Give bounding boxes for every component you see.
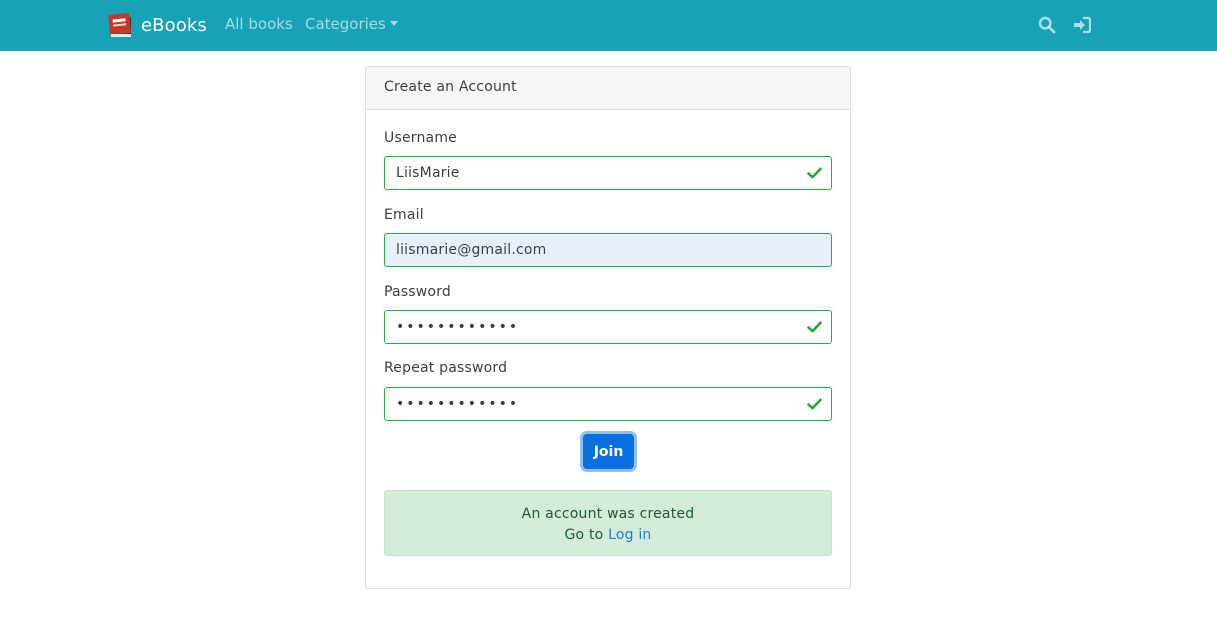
email-label: Email — [384, 207, 424, 223]
repeat-password-label: Repeat password — [384, 360, 508, 376]
create-account-card: Create an Account Username Email Passwor… — [365, 66, 851, 589]
brand-link[interactable]: eBooks — [108, 11, 207, 39]
success-alert: An account was created Go to Log in — [384, 490, 832, 556]
alert-goto-line: Go to Log in — [385, 525, 831, 546]
search-icon[interactable] — [1038, 16, 1056, 34]
top-navbar: eBooks All books Categories — [0, 0, 1217, 51]
alert-goto-prefix: Go to — [564, 527, 604, 543]
alert-message: An account was created — [521, 506, 695, 522]
email-input[interactable] — [384, 233, 832, 267]
username-label: Username — [384, 130, 457, 146]
valid-check-icon — [807, 167, 822, 179]
card-title: Create an Account — [366, 67, 850, 110]
valid-check-icon — [807, 321, 822, 333]
sign-in-icon[interactable] — [1073, 16, 1091, 34]
book-logo-icon — [108, 13, 131, 37]
repeat-password-input[interactable] — [384, 387, 832, 421]
username-input[interactable] — [384, 156, 832, 190]
nav-categories-label: Categories — [305, 15, 386, 33]
login-link[interactable]: Log in — [608, 527, 651, 543]
valid-check-icon — [807, 398, 822, 410]
password-label: Password — [384, 284, 451, 300]
password-input[interactable] — [384, 310, 832, 344]
join-button[interactable]: Join — [583, 434, 634, 469]
caret-down-icon — [389, 21, 398, 26]
brand-name: eBooks — [141, 14, 207, 36]
nav-all-books[interactable]: All books — [225, 15, 293, 33]
nav-categories-dropdown[interactable]: Categories — [305, 15, 398, 33]
